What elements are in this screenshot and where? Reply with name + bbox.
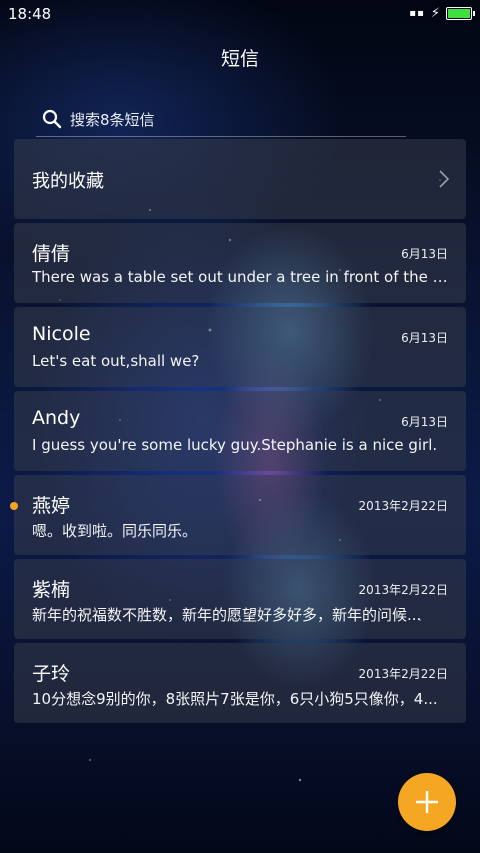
contact-name: Andy [32,407,81,429]
conversation-item[interactable]: 倩倩 6月13日 There was a table set out under… [14,223,466,303]
message-date: 6月13日 [401,331,448,345]
message-date: 6月13日 [401,247,448,261]
chevron-right-icon [439,170,450,188]
conversation-item[interactable]: 子玲 2013年2月22日 10分想念9别的你，8张照片7张是你，6只小狗5只像… [14,643,466,723]
unread-indicator [10,502,18,510]
contact-name: 倩倩 [32,243,71,265]
search-bar[interactable]: 搜索8条短信 [36,102,406,137]
message-preview: There was a table set out under a tree i… [32,268,452,286]
signal-icon: ▪▪ [409,8,425,19]
message-preview: 嗯。收到啦。同乐同乐。 [32,522,198,540]
contact-name: Nicole [32,323,91,345]
conversation-item[interactable]: 燕婷 2013年2月22日 嗯。收到啦。同乐同乐。 [10,475,466,555]
message-date: 2013年2月22日 [358,667,448,681]
favorites-label: 我的收藏 [32,171,104,192]
status-icons: ▪▪ ⚡ [409,6,475,21]
message-preview: 10分想念9别的你，8张照片7张是你，6只小狗5只像你，4... [32,690,438,708]
message-date: 2013年2月22日 [358,583,448,597]
message-date: 2013年2月22日 [358,499,448,513]
search-icon [42,109,62,129]
plus-icon [416,791,438,813]
message-preview: I guess you're some lucky guy.Stephanie … [32,436,438,454]
conversation-item[interactable]: Andy 6月13日 I guess you're some lucky guy… [14,391,466,471]
message-date: 6月13日 [401,415,448,429]
conversation-item[interactable]: Nicole 6月13日 Let's eat out,shall we? [14,307,466,387]
conversation-item[interactable]: 紫楠 2013年2月22日 新年的祝福数不胜数，新年的愿望好多好多，新年的问候.… [14,559,466,639]
search-placeholder: 搜索8条短信 [70,110,155,129]
battery-icon [446,7,475,20]
message-preview: 新年的祝福数不胜数，新年的愿望好多好多，新年的问候... [32,606,422,624]
contact-name: 紫楠 [32,579,71,601]
favorites-item[interactable]: 我的收藏 [14,139,466,219]
message-preview: Let's eat out,shall we? [32,352,200,370]
status-time: 18:48 [8,5,52,23]
contact-name: 燕婷 [32,495,71,517]
contact-name: 子玲 [32,663,71,685]
charging-icon: ⚡ [430,6,440,21]
new-message-button[interactable] [398,773,456,831]
page-title: 短信 [220,48,259,70]
status-bar: 18:48 ▪▪ ⚡ [0,0,480,28]
